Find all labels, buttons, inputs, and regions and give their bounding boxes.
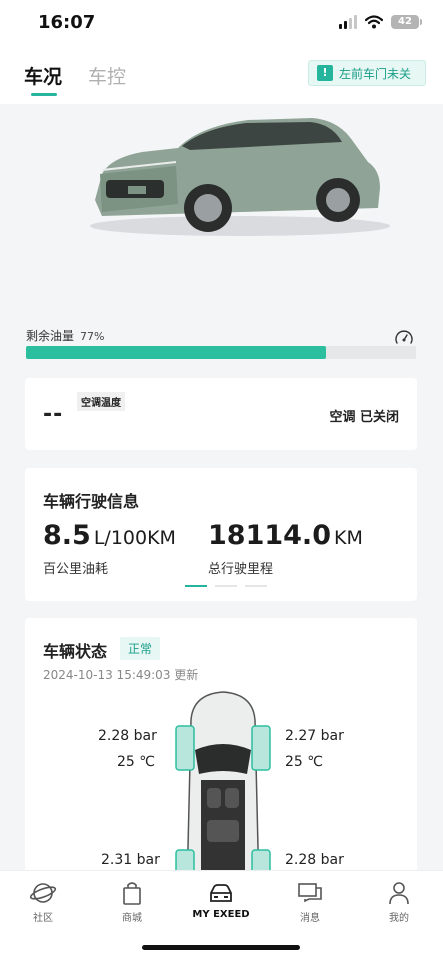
- update-time: 2024-10-13 15:49:03 更新: [43, 668, 199, 682]
- nav-label: 商城: [122, 913, 142, 924]
- nav-label: 社区: [33, 913, 53, 924]
- gauge-icon[interactable]: [394, 328, 414, 348]
- nav-label: 消息: [300, 913, 320, 924]
- tire-front-left-pressure: 2.28 bar: [98, 728, 157, 744]
- carousel-dot-active[interactable]: [185, 585, 207, 587]
- car-top-view-icon: [175, 691, 271, 890]
- nav-mall[interactable]: 商城: [102, 879, 162, 924]
- tab-vehicle-control[interactable]: 车控: [88, 62, 126, 89]
- drive-info-title: 车辆行驶信息: [43, 492, 140, 511]
- status-icons: 42: [339, 15, 422, 29]
- nav-messages[interactable]: 消息: [280, 879, 340, 924]
- status-time: 16:07: [38, 12, 96, 33]
- car-front-icon: [210, 884, 232, 902]
- wifi-icon: [365, 15, 383, 29]
- tab-active-indicator: [31, 93, 57, 96]
- total-mileage-value: 18114.0: [208, 520, 331, 551]
- home-indicator: [142, 945, 300, 950]
- fuel-progress-bar: [26, 346, 416, 359]
- tire-front-left-temp: 25 ℃: [117, 754, 155, 770]
- total-mileage-unit: KM: [333, 527, 363, 549]
- signal-icon: [339, 15, 357, 29]
- status-badge: 正常: [120, 637, 161, 660]
- nav-label: 我的: [389, 913, 409, 924]
- ac-temperature-label: 空调温度: [77, 392, 125, 411]
- battery-icon: 42: [391, 15, 422, 29]
- header: 车况 车控 ! 左前车门未关: [0, 48, 443, 104]
- carousel-dot[interactable]: [245, 585, 267, 587]
- tab-vehicle-status[interactable]: 车况: [24, 62, 62, 89]
- tire-front-right-pressure: 2.27 bar: [285, 728, 344, 744]
- fuel-progress-fill: [26, 346, 327, 359]
- drive-info-card[interactable]: 车辆行驶信息 8.5 L/100KM 百公里油耗 18114.0 KM 总行驶里程: [25, 468, 417, 601]
- ac-temperature-value: --: [43, 402, 64, 427]
- alert-icon: !: [317, 65, 333, 81]
- fuel-consumption-value: 8.5: [43, 520, 91, 551]
- shopping-bag-icon: [123, 882, 141, 905]
- tire-rear-right-pressure: 2.28 bar: [285, 852, 344, 868]
- alert-text: 左前车门未关: [339, 66, 412, 81]
- status-bar: 16:07 42: [0, 0, 443, 48]
- tire-front-right-indicator: [251, 725, 271, 771]
- fuel-label: 剩余油量 77%: [26, 327, 104, 344]
- fuel-percent: 77%: [80, 330, 105, 343]
- door-alert-badge[interactable]: ! 左前车门未关: [308, 60, 426, 86]
- total-mileage-stat: 18114.0 KM: [208, 520, 363, 551]
- carousel-dots: [185, 585, 267, 587]
- tire-rear-left-pressure: 2.31 bar: [101, 852, 160, 868]
- carousel-dot[interactable]: [215, 585, 237, 587]
- nav-profile[interactable]: 我的: [369, 879, 429, 924]
- planet-icon: [29, 883, 57, 903]
- tire-front-right-temp: 25 ℃: [285, 754, 323, 770]
- fuel-label-text: 剩余油量: [26, 329, 75, 343]
- person-icon: [389, 882, 409, 905]
- nav-community[interactable]: 社区: [13, 879, 73, 924]
- nav-my-exeed[interactable]: MY EXEED: [191, 879, 251, 920]
- ac-card[interactable]: -- 空调温度 空调 已关闭: [25, 378, 417, 450]
- tire-front-left-indicator: [175, 725, 195, 771]
- fuel-consumption-caption: 百公里油耗: [43, 562, 109, 577]
- fuel-consumption-unit: L/100KM: [93, 527, 176, 549]
- vehicle-status-title: 车辆状态: [43, 642, 108, 661]
- fuel-consumption-stat: 8.5 L/100KM: [43, 520, 176, 551]
- car-image: [90, 118, 390, 236]
- ac-status: 空调 已关闭: [329, 410, 399, 425]
- nav-label: MY EXEED: [192, 909, 250, 920]
- total-mileage-caption: 总行驶里程: [208, 562, 274, 577]
- chat-icon: [298, 883, 322, 903]
